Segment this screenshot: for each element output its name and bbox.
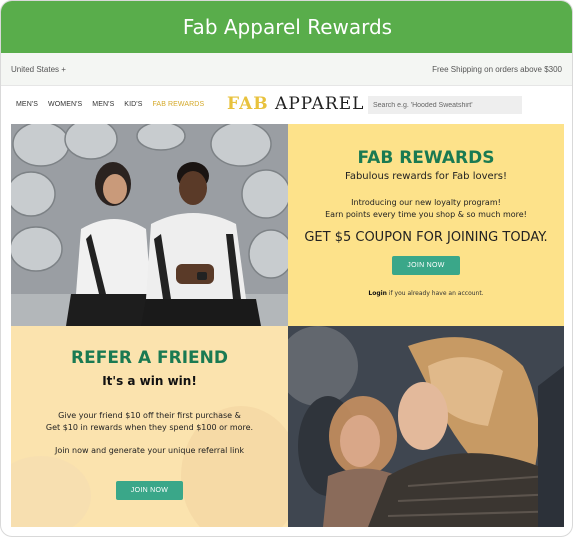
utility-bar: United States + Free Shipping on orders …: [1, 53, 572, 86]
rewards-intro-line1: Introducing our new loyalty program!: [351, 198, 501, 207]
nav-links: MEN'S WOMEN'S MEN'S KID'S FAB REWARDS: [16, 101, 212, 108]
login-prompt: Login if you already have an account.: [288, 290, 564, 297]
refer-offer-line1: Give your friend $10 off their first pur…: [58, 411, 241, 420]
rewards-coupon-text: GET $5 COUPON FOR JOINING TODAY.: [304, 230, 548, 245]
rewards-intro-line2: Earn points every time you shop & so muc…: [325, 210, 527, 219]
women-photo-illustration: [288, 326, 564, 527]
refer-join-button[interactable]: JOIN NOW: [115, 481, 184, 500]
country-selector[interactable]: United States +: [11, 65, 66, 74]
refer-panel: REFER A FRIEND It's a win win! Give your…: [11, 326, 288, 527]
login-prompt-text: if you already have an account.: [386, 290, 484, 297]
search-input[interactable]: [368, 96, 522, 114]
nav-link-kids[interactable]: KID'S: [124, 101, 142, 108]
couple-photo-illustration: [11, 124, 288, 326]
banner-title: Fab Apparel Rewards: [182, 15, 393, 39]
refer-offer: Give your friend $10 off their first pur…: [11, 410, 288, 434]
main-nav: MEN'S WOMEN'S MEN'S KID'S FAB REWARDS FA…: [1, 86, 572, 124]
login-link[interactable]: Login: [368, 290, 387, 297]
rewards-subtitle: Fabulous rewards for Fab lovers!: [344, 171, 507, 182]
refer-offer-line2: Get $10 in rewards when they spend $100 …: [45, 423, 254, 432]
shipping-notice: Free Shipping on orders above $300: [432, 65, 562, 74]
refer-join-text: Join now and generate your unique referr…: [54, 446, 245, 455]
nav-link-fab-rewards[interactable]: FAB REWARDS: [152, 101, 204, 108]
rewards-panel: FAB REWARDS Fabulous rewards for Fab lov…: [288, 124, 564, 326]
page-banner: Fab Apparel Rewards: [1, 1, 572, 53]
logo-suffix: APPAREL: [275, 94, 365, 114]
rewards-join-button[interactable]: JOIN NOW: [392, 256, 460, 275]
logo-prefix: FAB: [227, 94, 269, 114]
nav-link-mens[interactable]: MEN'S: [16, 101, 38, 108]
brand-logo[interactable]: FAB APPAREL: [227, 94, 364, 114]
rewards-intro: Introducing our new loyalty program! Ear…: [288, 197, 564, 221]
refer-subtitle: It's a win win!: [102, 374, 197, 388]
nav-link-mens-2[interactable]: MEN'S: [92, 101, 114, 108]
nav-link-womens[interactable]: WOMEN'S: [48, 101, 82, 108]
photo-women-laughing: [288, 326, 564, 527]
rewards-title: FAB REWARDS: [357, 148, 495, 168]
hero-photo-couple: [11, 124, 288, 326]
refer-title: REFER A FRIEND: [71, 348, 228, 368]
page-frame: Fab Apparel Rewards United States + Free…: [0, 0, 573, 537]
